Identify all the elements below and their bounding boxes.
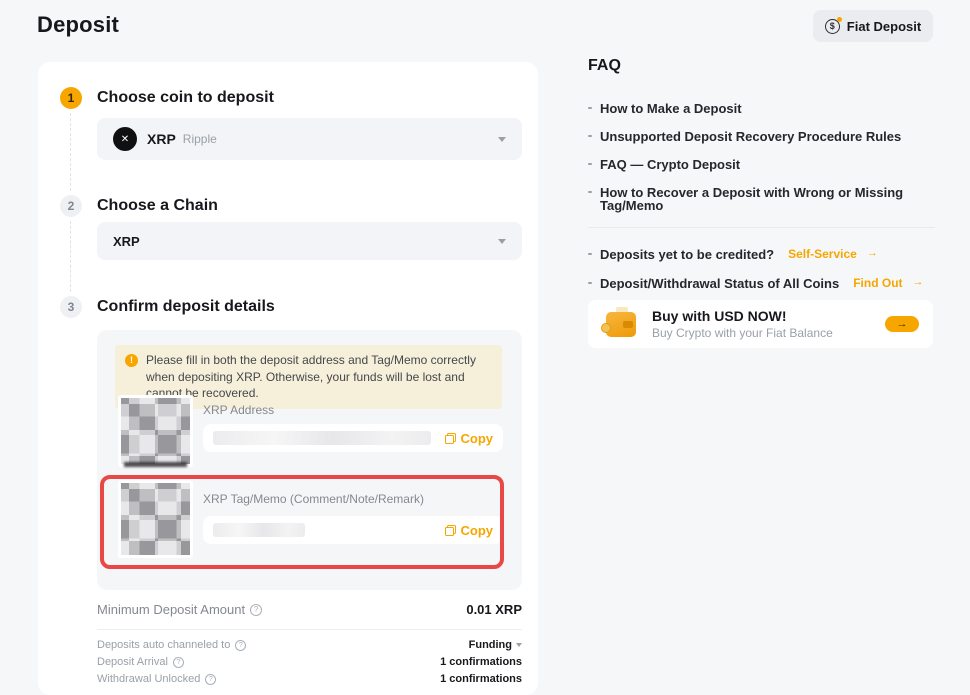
faq-action-label: Deposit/Withdrawal Status of All Coins	[600, 277, 839, 290]
fiat-deposit-label: Fiat Deposit	[847, 19, 921, 34]
deposit-arrival-label: Deposit Arrival	[97, 656, 168, 668]
auto-channel-value: Funding	[469, 639, 512, 651]
minimum-deposit-value: 0.01 XRP	[466, 602, 522, 617]
bullet-icon	[588, 191, 592, 193]
xrp-tag-value-redacted	[213, 523, 305, 537]
xrp-address-label: XRP Address	[203, 403, 274, 417]
faq-link-recovery-rules[interactable]: Unsupported Deposit Recovery Procedure R…	[588, 130, 935, 143]
find-out-link[interactable]: Find Out	[853, 277, 902, 289]
copy-icon	[445, 525, 456, 536]
withdrawal-unlocked-row: Withdrawal Unlocked ? 1 confirmations	[97, 673, 522, 685]
deposit-card: 1 Choose coin to deposit ✕ XRP Ripple 2 …	[38, 62, 538, 695]
wallet-icon-body	[606, 312, 636, 337]
bullet-icon	[588, 107, 592, 109]
faq-link-label: FAQ — Crypto Deposit	[600, 158, 740, 171]
help-icon[interactable]: ?	[250, 604, 262, 616]
xrp-address-qr-code	[118, 395, 193, 467]
auto-channel-label: Deposits auto channeled to	[97, 639, 230, 651]
xrp-tag-qr-code	[118, 480, 193, 558]
chevron-down-icon	[516, 643, 522, 647]
faq-link-make-deposit[interactable]: How to Make a Deposit	[588, 102, 935, 115]
banner-subtitle: Buy Crypto with your Fiat Balance	[652, 326, 833, 340]
xrp-tag-label: XRP Tag/Memo (Comment/Note/Remark)	[203, 492, 424, 506]
xrp-address-value-redacted	[213, 431, 431, 445]
warning-text: Please fill in both the deposit address …	[146, 353, 476, 400]
qr-pixels-redacted	[121, 398, 190, 464]
copy-address-label: Copy	[461, 431, 494, 446]
withdrawal-unlocked-value: 1 confirmations	[440, 673, 522, 685]
faq-link-label: How to Make a Deposit	[600, 102, 742, 115]
faq-action-self-service[interactable]: Deposits yet to be credited? Self-Servic…	[588, 248, 935, 261]
step-1-badge: 1	[60, 87, 82, 109]
step-2-badge: 2	[60, 195, 82, 217]
xrp-address-field: Copy	[203, 424, 503, 452]
help-icon[interactable]: ?	[173, 657, 184, 668]
chevron-down-icon	[498, 239, 506, 244]
wallet-icon	[606, 312, 636, 337]
step-3-title: Confirm deposit details	[97, 298, 275, 316]
fiat-currency-icon: $	[825, 19, 840, 34]
banner-go-button[interactable]: →	[885, 316, 919, 332]
deposit-details-panel: ! Please fill in both the deposit addres…	[97, 330, 522, 590]
coin-symbol: XRP	[147, 131, 176, 147]
help-icon[interactable]: ?	[235, 640, 246, 651]
banner-title: Buy with USD NOW!	[652, 308, 833, 324]
banner-text: Buy with USD NOW! Buy Crypto with your F…	[652, 308, 833, 340]
page-title: Deposit	[37, 12, 119, 38]
faq-link-crypto-deposit[interactable]: FAQ — Crypto Deposit	[588, 158, 935, 171]
faq-action-find-out[interactable]: Deposit/Withdrawal Status of All Coins F…	[588, 277, 935, 290]
coin-name: Ripple	[183, 132, 217, 146]
arrow-right-icon: →	[867, 248, 878, 259]
buy-with-usd-banner[interactable]: Buy with USD NOW! Buy Crypto with your F…	[588, 300, 933, 348]
faq-link-label: Unsupported Deposit Recovery Procedure R…	[600, 130, 901, 143]
step-connector	[70, 113, 71, 191]
xrp-coin-icon: ✕	[113, 127, 137, 151]
coin-select-dropdown[interactable]: ✕ XRP Ripple	[97, 118, 522, 160]
bullet-icon	[588, 135, 592, 137]
deposit-arrival-value: 1 confirmations	[440, 656, 522, 668]
minimum-deposit-row: Minimum Deposit Amount ? 0.01 XRP	[97, 602, 522, 617]
chain-select-dropdown[interactable]: XRP	[97, 222, 522, 260]
qr-pixels-redacted	[121, 483, 190, 555]
faq-action-label: Deposits yet to be credited?	[600, 248, 774, 261]
copy-address-button[interactable]: Copy	[445, 431, 494, 446]
bullet-icon	[588, 282, 592, 284]
bullet-icon	[588, 163, 592, 165]
help-icon[interactable]: ?	[205, 674, 216, 685]
step-1-title: Choose coin to deposit	[97, 89, 274, 107]
arrow-right-icon: →	[913, 277, 924, 288]
faq-title: FAQ	[588, 57, 935, 75]
self-service-link[interactable]: Self-Service	[788, 248, 857, 260]
xrp-tag-field: Copy	[203, 516, 503, 544]
step-connector	[70, 221, 71, 292]
minimum-deposit-label: Minimum Deposit Amount	[97, 602, 245, 617]
auto-channel-row: Deposits auto channeled to ? Funding	[97, 639, 522, 651]
warning-icon: !	[125, 354, 138, 367]
faq-panel: FAQ How to Make a Deposit Unsupported De…	[588, 57, 935, 348]
fiat-deposit-button[interactable]: $ Fiat Deposit	[813, 10, 933, 42]
step-2-title: Choose a Chain	[97, 197, 218, 215]
faq-link-label: How to Recover a Deposit with Wrong or M…	[600, 186, 935, 212]
faq-link-recover-tag-memo[interactable]: How to Recover a Deposit with Wrong or M…	[588, 186, 935, 212]
withdrawal-unlocked-label: Withdrawal Unlocked	[97, 673, 200, 685]
step-3-badge: 3	[60, 296, 82, 318]
chevron-down-icon	[498, 137, 506, 142]
deposit-arrival-row: Deposit Arrival ? 1 confirmations	[97, 656, 522, 668]
auto-channel-select[interactable]: Funding	[469, 639, 522, 651]
copy-tag-button[interactable]: Copy	[445, 523, 494, 538]
copy-tag-label: Copy	[461, 523, 494, 538]
chain-value: XRP	[113, 234, 140, 249]
divider	[97, 629, 522, 630]
divider	[588, 227, 935, 228]
copy-icon	[445, 433, 456, 444]
bullet-icon	[588, 253, 592, 255]
